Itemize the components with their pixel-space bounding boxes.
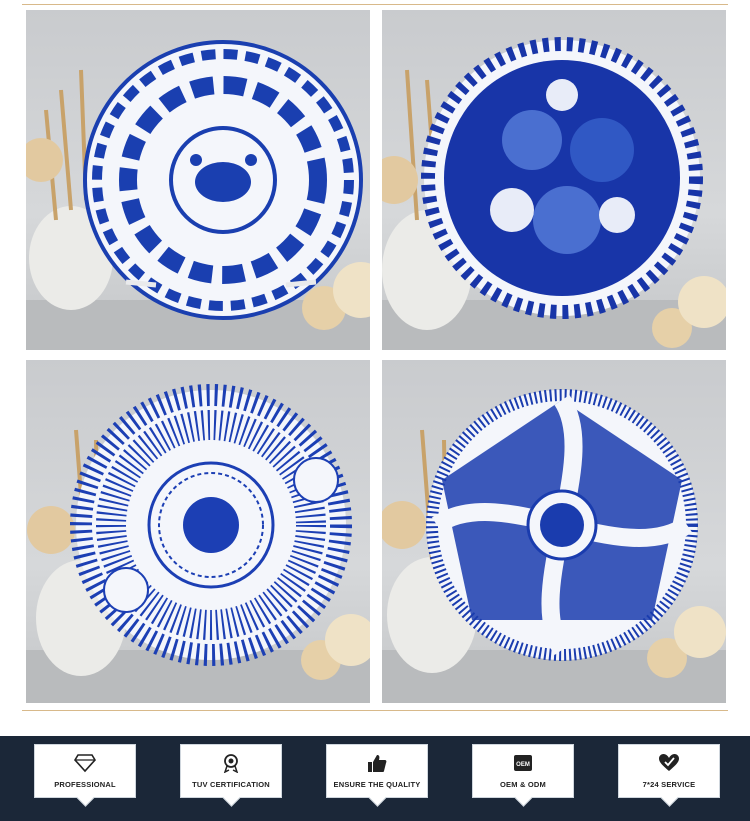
- plate-lattice-landscape: [26, 384, 370, 703]
- heart-icon: [659, 754, 679, 771]
- top-divider: [22, 4, 728, 5]
- plate-lotus-leaves: [382, 37, 726, 350]
- thumbs-up-icon: [368, 755, 387, 772]
- award-medal-icon: [223, 754, 239, 773]
- plate-photo-1: [26, 10, 370, 350]
- badge-oem-odm: OEM OEM & ODM: [472, 744, 574, 807]
- badge-ensure-quality: ENSURE THE QUALITY: [326, 744, 428, 807]
- badge-professional: PROFESSIONAL: [34, 744, 136, 807]
- bottom-divider: [22, 710, 728, 711]
- plate-floral-phoenix: [26, 40, 370, 350]
- plate-photo-4: [382, 360, 726, 703]
- badge-tuv-certification: TUV CERTIFICATION: [180, 744, 282, 807]
- svg-text:OEM: OEM: [516, 762, 530, 768]
- plate-hexagon-landscape: [382, 389, 726, 703]
- diamond-icon: [74, 754, 96, 773]
- badge-service: 7*24 SERVICE: [618, 744, 720, 807]
- plate-photo-3: [26, 360, 370, 703]
- oem-box-icon: OEM: [514, 755, 532, 771]
- feature-badge-bar: PROFESSIONAL TUV CERTIFICATION ENSURE TH…: [0, 736, 750, 821]
- plate-photo-2: [382, 10, 726, 350]
- product-gallery: [0, 0, 750, 715]
